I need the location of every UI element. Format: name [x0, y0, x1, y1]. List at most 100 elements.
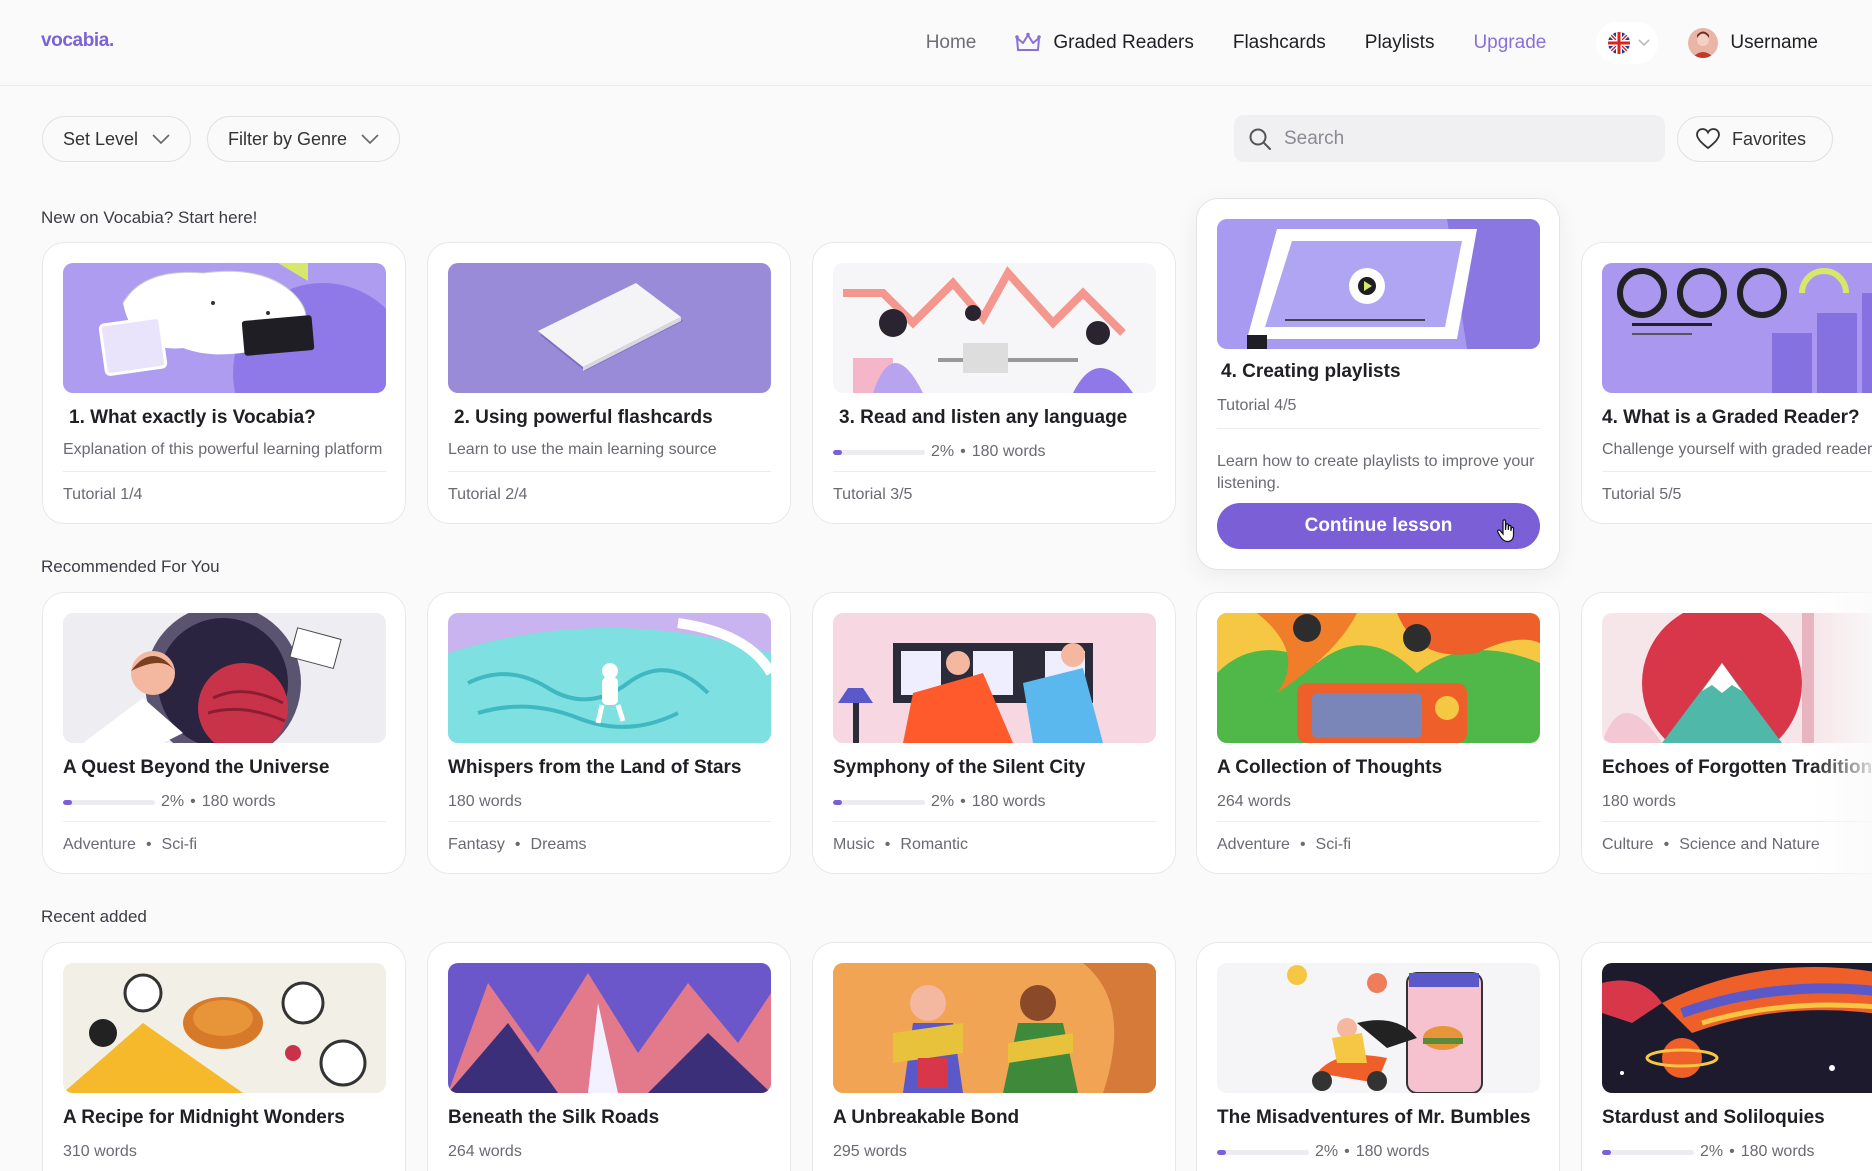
chevron-down-icon	[152, 134, 170, 144]
word-count: 180 words	[1740, 1143, 1815, 1160]
scroll-fade	[1812, 590, 1872, 890]
set-level-dropdown[interactable]: Set Level	[42, 116, 192, 162]
section-recommended-title: Recommended For You	[41, 557, 220, 576]
book-2-meta: 180 words	[448, 793, 522, 811]
search-input[interactable]	[1284, 127, 1624, 150]
chevron-down-icon	[1638, 39, 1650, 47]
tutorial-4-desc: Learn how to create playlists to improve…	[1217, 453, 1535, 492]
nav-flashcards[interactable]: Flashcards	[1233, 32, 1326, 54]
language-selector[interactable]	[1596, 22, 1659, 64]
genre-tag[interactable]: Adventure	[1217, 836, 1290, 853]
recent-card-3[interactable]: A Unbreakable Bond 295 words	[812, 942, 1176, 1171]
divider	[448, 821, 771, 822]
chevron-down-icon	[361, 134, 379, 144]
avatar	[1688, 28, 1719, 58]
dot-separator: •	[145, 836, 152, 853]
word-count: 295 words	[833, 1143, 907, 1160]
book-1-image	[63, 613, 386, 743]
heart-icon	[1696, 128, 1720, 150]
tutorial-3-image	[833, 263, 1156, 393]
genre-tag[interactable]: Sci-fi	[162, 836, 198, 853]
genre-tag[interactable]: Fantasy	[448, 836, 505, 853]
book-2-title: Whispers from the Land of Stars	[448, 757, 742, 778]
tutorial-5-image	[1602, 263, 1872, 393]
progress-bar	[1217, 1149, 1309, 1155]
tutorial-card-1[interactable]: 1. What exactly is Vocabia? Explanation …	[42, 242, 406, 524]
favorites-label: Favorites	[1732, 128, 1807, 149]
favorites-button[interactable]: Favorites	[1677, 116, 1833, 162]
recent-4-meta: 2% • 180 words	[1217, 1143, 1430, 1161]
book-4-image	[1217, 613, 1540, 743]
user-menu[interactable]: Username	[1688, 28, 1818, 58]
genre-tag[interactable]: Culture	[1602, 836, 1654, 853]
search-icon	[1249, 128, 1271, 150]
book-4-title: A Collection of Thoughts	[1217, 757, 1443, 778]
logo[interactable]: vocabia.	[41, 30, 114, 52]
recent-1-title: A Recipe for Midnight Wonders	[63, 1107, 345, 1128]
book-2-image	[448, 613, 771, 743]
top-nav: vocabia. Home Graded Readers Flashcards …	[0, 0, 1872, 86]
genre-tag[interactable]: Adventure	[63, 836, 136, 853]
book-4-meta: 264 words	[1217, 793, 1291, 811]
nav-graded-readers[interactable]: Graded Readers	[1015, 32, 1194, 54]
tutorial-2-foot: Tutorial 2/4	[448, 486, 528, 503]
progress-percent: 2%	[161, 793, 185, 810]
book-1-title: A Quest Beyond the Universe	[63, 757, 330, 778]
search-box[interactable]	[1234, 115, 1665, 162]
tutorial-5-desc: Challenge yourself with graded readers	[1602, 441, 1872, 458]
divider	[1217, 428, 1540, 429]
recent-1-meta: 310 words	[63, 1143, 137, 1161]
tutorial-3-meta: 2% • 180 words	[833, 443, 1046, 461]
dot-separator: •	[514, 836, 521, 853]
nav-graded-readers-label: Graded Readers	[1053, 32, 1194, 53]
recent-card-5[interactable]: Stardust and Soliloquies 2% • 180 words	[1581, 942, 1872, 1171]
progress-percent: 2%	[931, 793, 955, 810]
book-card-4[interactable]: A Collection of Thoughts 264 words Adven…	[1196, 592, 1560, 874]
crown-icon	[1015, 32, 1042, 51]
book-3-image	[833, 613, 1156, 743]
tutorial-2-image	[448, 263, 771, 393]
tutorial-card-2[interactable]: 2. Using powerful flashcards Learn to us…	[427, 242, 791, 524]
progress-bar	[833, 449, 925, 455]
word-count: 180 words	[1602, 793, 1676, 810]
nav-playlists[interactable]: Playlists	[1365, 32, 1435, 54]
tutorial-card-expanded[interactable]: 4. Creating playlists Tutorial 4/5 Learn…	[1196, 198, 1560, 570]
divider	[833, 471, 1156, 472]
recent-card-4[interactable]: The Misadventures of Mr. Bumbles 2% • 18…	[1196, 942, 1560, 1171]
tutorial-card-5[interactable]: 4. What is a Graded Reader? Challenge yo…	[1581, 242, 1872, 524]
continue-lesson-button[interactable]: Continue lesson	[1217, 503, 1540, 549]
recent-4-title: The Misadventures of Mr. Bumbles	[1217, 1107, 1531, 1128]
recent-2-image	[448, 963, 771, 1093]
filter-genre-dropdown[interactable]: Filter by Genre	[207, 116, 401, 162]
book-4-tags: Adventure • Sci-fi	[1217, 836, 1351, 854]
book-5-tags: Culture • Science and Nature	[1602, 836, 1820, 854]
word-count: 180 words	[448, 793, 522, 810]
book-1-tags: Adventure • Sci-fi	[63, 836, 197, 854]
recent-5-meta: 2% • 180 words	[1602, 1143, 1815, 1161]
genre-tag[interactable]: Sci-fi	[1316, 836, 1352, 853]
nav-upgrade[interactable]: Upgrade	[1473, 32, 1546, 54]
tutorial-1-title: 1. What exactly is Vocabia?	[69, 407, 316, 428]
genre-tag[interactable]: Dreams	[531, 836, 587, 853]
hand-cursor-icon	[1497, 519, 1515, 543]
genre-tag[interactable]: Romantic	[900, 836, 968, 853]
recent-3-meta: 295 words	[833, 1143, 907, 1161]
divider	[63, 471, 386, 472]
recent-card-1[interactable]: A Recipe for Midnight Wonders 310 words	[42, 942, 406, 1171]
recent-card-2[interactable]: Beneath the Silk Roads 264 words	[427, 942, 791, 1171]
dot-separator: •	[960, 443, 966, 460]
book-card-2[interactable]: Whispers from the Land of Stars 180 word…	[427, 592, 791, 874]
book-card-3[interactable]: Symphony of the Silent City 2% • 180 wor…	[812, 592, 1176, 874]
uk-flag-icon	[1608, 32, 1631, 54]
section-start-title: New on Vocabia? Start here!	[41, 208, 258, 227]
tutorial-card-3[interactable]: 3. Read and listen any language 2% • 180…	[812, 242, 1176, 524]
tutorial-4-image	[1217, 219, 1540, 349]
book-card-1[interactable]: A Quest Beyond the Universe 2% • 180 wor…	[42, 592, 406, 874]
progress-bar	[833, 799, 925, 805]
progress-bar	[1602, 1149, 1694, 1155]
nav-home[interactable]: Home	[926, 32, 977, 54]
progress-percent: 2%	[1700, 1143, 1724, 1160]
genre-tag[interactable]: Music	[833, 836, 875, 853]
recent-2-title: Beneath the Silk Roads	[448, 1107, 660, 1128]
genre-tag[interactable]: Science and Nature	[1679, 836, 1820, 853]
